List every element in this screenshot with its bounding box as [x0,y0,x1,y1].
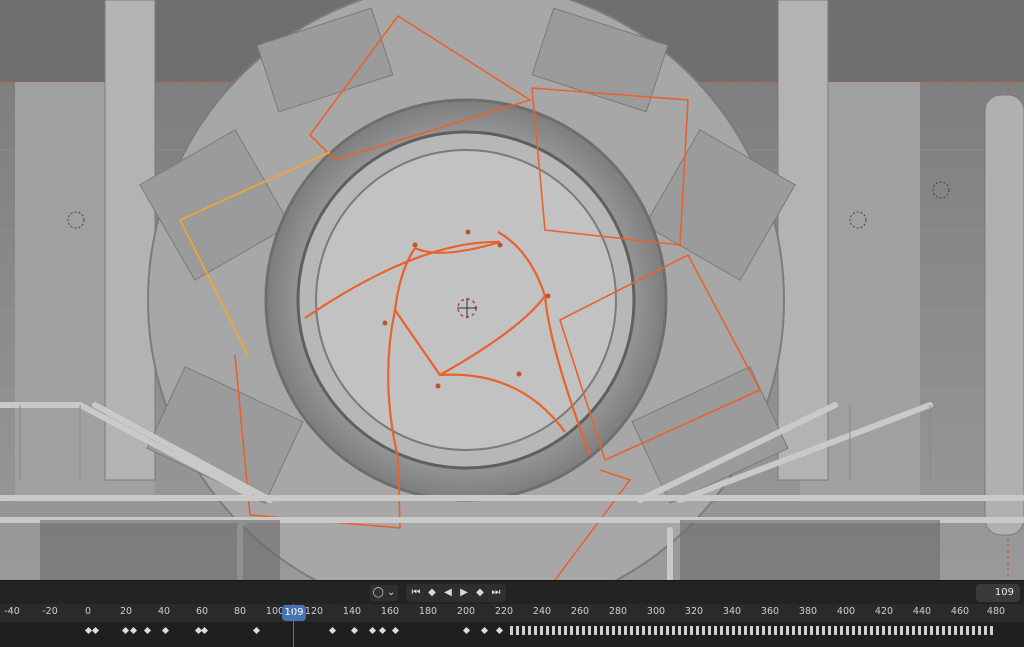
keyframe[interactable] [378,626,387,635]
keyframe[interactable] [462,626,471,635]
tick-label: 20 [119,606,133,617]
dense-keyframe-run[interactable] [510,626,996,635]
tick-label: 420 [874,606,894,617]
play-reverse-icon[interactable]: ◀ [440,584,456,602]
keyframe[interactable] [350,626,359,635]
tick-label: 40 [157,606,171,617]
left-pillar [104,0,156,481]
current-frame-field[interactable]: 109 [976,584,1020,602]
current-frame-indicator[interactable]: 109 [282,605,306,621]
tick-label: 180 [418,606,438,617]
tick-label: -20 [42,606,58,617]
3d-viewport[interactable] [0,0,1024,580]
playhead-line [293,604,294,647]
jump-start-icon[interactable]: ⏮ [408,584,424,602]
tick-label: 280 [608,606,628,617]
jump-end-icon[interactable]: ⏭ [488,584,504,602]
tick-label: 320 [684,606,704,617]
keyframe[interactable] [143,626,152,635]
keyframe[interactable] [91,626,100,635]
tick-label: -40 [4,606,20,617]
playback-controls: ⏮ ◆ ◀ ▶ ◆ ⏭ [406,584,506,602]
playback-bar: ◯ ⌄ ⏮ ◆ ◀ ▶ ◆ ⏭ 109 [0,580,1024,605]
keyframe[interactable] [391,626,400,635]
tick-label: 160 [380,606,400,617]
keyframe[interactable] [495,626,504,635]
timeline-ruler[interactable]: -40 -20 0 20 40 60 80 100 120 140 160 18… [0,604,1024,622]
blender-window: ◯ ⌄ ⏮ ◆ ◀ ▶ ◆ ⏭ 109 -40 -20 0 20 40 60 8… [0,0,1024,647]
keyframe[interactable] [328,626,337,635]
tick-label: 400 [836,606,856,617]
tick-label: 60 [195,606,209,617]
tick-label: 360 [760,606,780,617]
right-tank [984,94,1024,536]
tick-label: 440 [912,606,932,617]
tick-label: 260 [570,606,590,617]
keyframe[interactable] [368,626,377,635]
tick-label: 200 [456,606,476,617]
tick-label: 480 [986,606,1006,617]
tick-label: 140 [342,606,362,617]
next-keyframe-icon[interactable]: ◆ [472,584,488,602]
record-circle-icon[interactable]: ◯ ⌄ [370,585,398,601]
right-stairs [680,520,940,580]
keyframe[interactable] [121,626,130,635]
prev-keyframe-icon[interactable]: ◆ [424,584,440,602]
keyframe[interactable] [200,626,209,635]
tick-label: 0 [84,606,92,617]
tick-label: 80 [233,606,247,617]
tick-label: 240 [532,606,552,617]
play-icon[interactable]: ▶ [456,584,472,602]
tick-label: 300 [646,606,666,617]
keyframe[interactable] [480,626,489,635]
keyframe-track[interactable] [0,622,1024,647]
keyframe[interactable] [252,626,261,635]
tick-label: 340 [722,606,742,617]
tick-label: 120 [304,606,324,617]
keyframe[interactable] [129,626,138,635]
right-pillar [777,0,829,481]
tick-label: 380 [798,606,818,617]
keyframe[interactable] [161,626,170,635]
tick-label: 460 [950,606,970,617]
viewport-scene [0,0,1024,580]
tick-label: 220 [494,606,514,617]
left-stairs [40,520,280,580]
